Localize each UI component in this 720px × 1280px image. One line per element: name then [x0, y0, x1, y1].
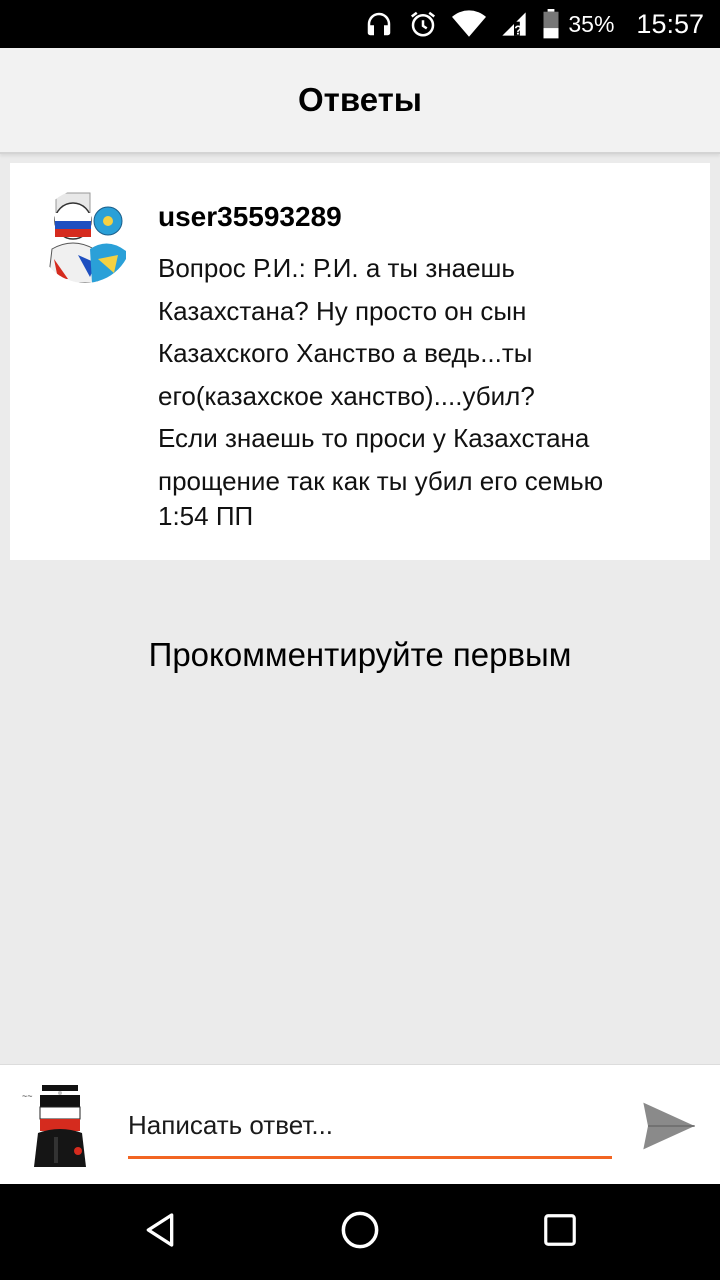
post-timestamp: 1:54 ПП	[158, 501, 254, 531]
reply-input[interactable]	[128, 1101, 612, 1159]
signal-icon: ?	[500, 9, 528, 39]
svg-text:?: ?	[515, 23, 523, 38]
post-message: Вопрос Р.И.: Р.И. а ты знаешь Казахстана…	[158, 253, 604, 496]
alarm-icon	[408, 9, 438, 39]
app-header: Ответы	[0, 48, 720, 154]
recents-icon	[541, 1211, 579, 1254]
reply-composer: ~~	[0, 1064, 720, 1185]
post-username[interactable]: user35593289	[158, 201, 342, 233]
svg-text:~~: ~~	[22, 1091, 33, 1101]
page-title: Ответы	[298, 81, 422, 118]
headphones-icon	[364, 9, 394, 39]
clock: 15:57	[636, 8, 704, 39]
send-icon	[641, 1100, 697, 1157]
back-button[interactable]	[130, 1202, 190, 1262]
home-button[interactable]	[330, 1202, 390, 1262]
user-avatar[interactable]: ~~	[20, 1081, 92, 1167]
battery-icon	[542, 9, 560, 39]
send-button[interactable]	[638, 1097, 700, 1159]
home-icon	[339, 1209, 381, 1256]
avatar[interactable]	[38, 189, 132, 283]
status-bar: ? 35% 15:57	[0, 0, 720, 48]
back-icon	[140, 1210, 180, 1255]
wifi-icon	[452, 9, 487, 39]
recents-button[interactable]	[530, 1202, 590, 1262]
empty-comments-text: Прокомментируйте первым	[148, 636, 572, 673]
post-card: user35593289 Вопрос Р.И.: Р.И. а ты знае…	[10, 163, 710, 560]
system-nav-bar	[0, 1184, 720, 1280]
status-icons: ? 35% 15:57	[364, 0, 704, 48]
battery-percent: 35%	[568, 10, 615, 37]
